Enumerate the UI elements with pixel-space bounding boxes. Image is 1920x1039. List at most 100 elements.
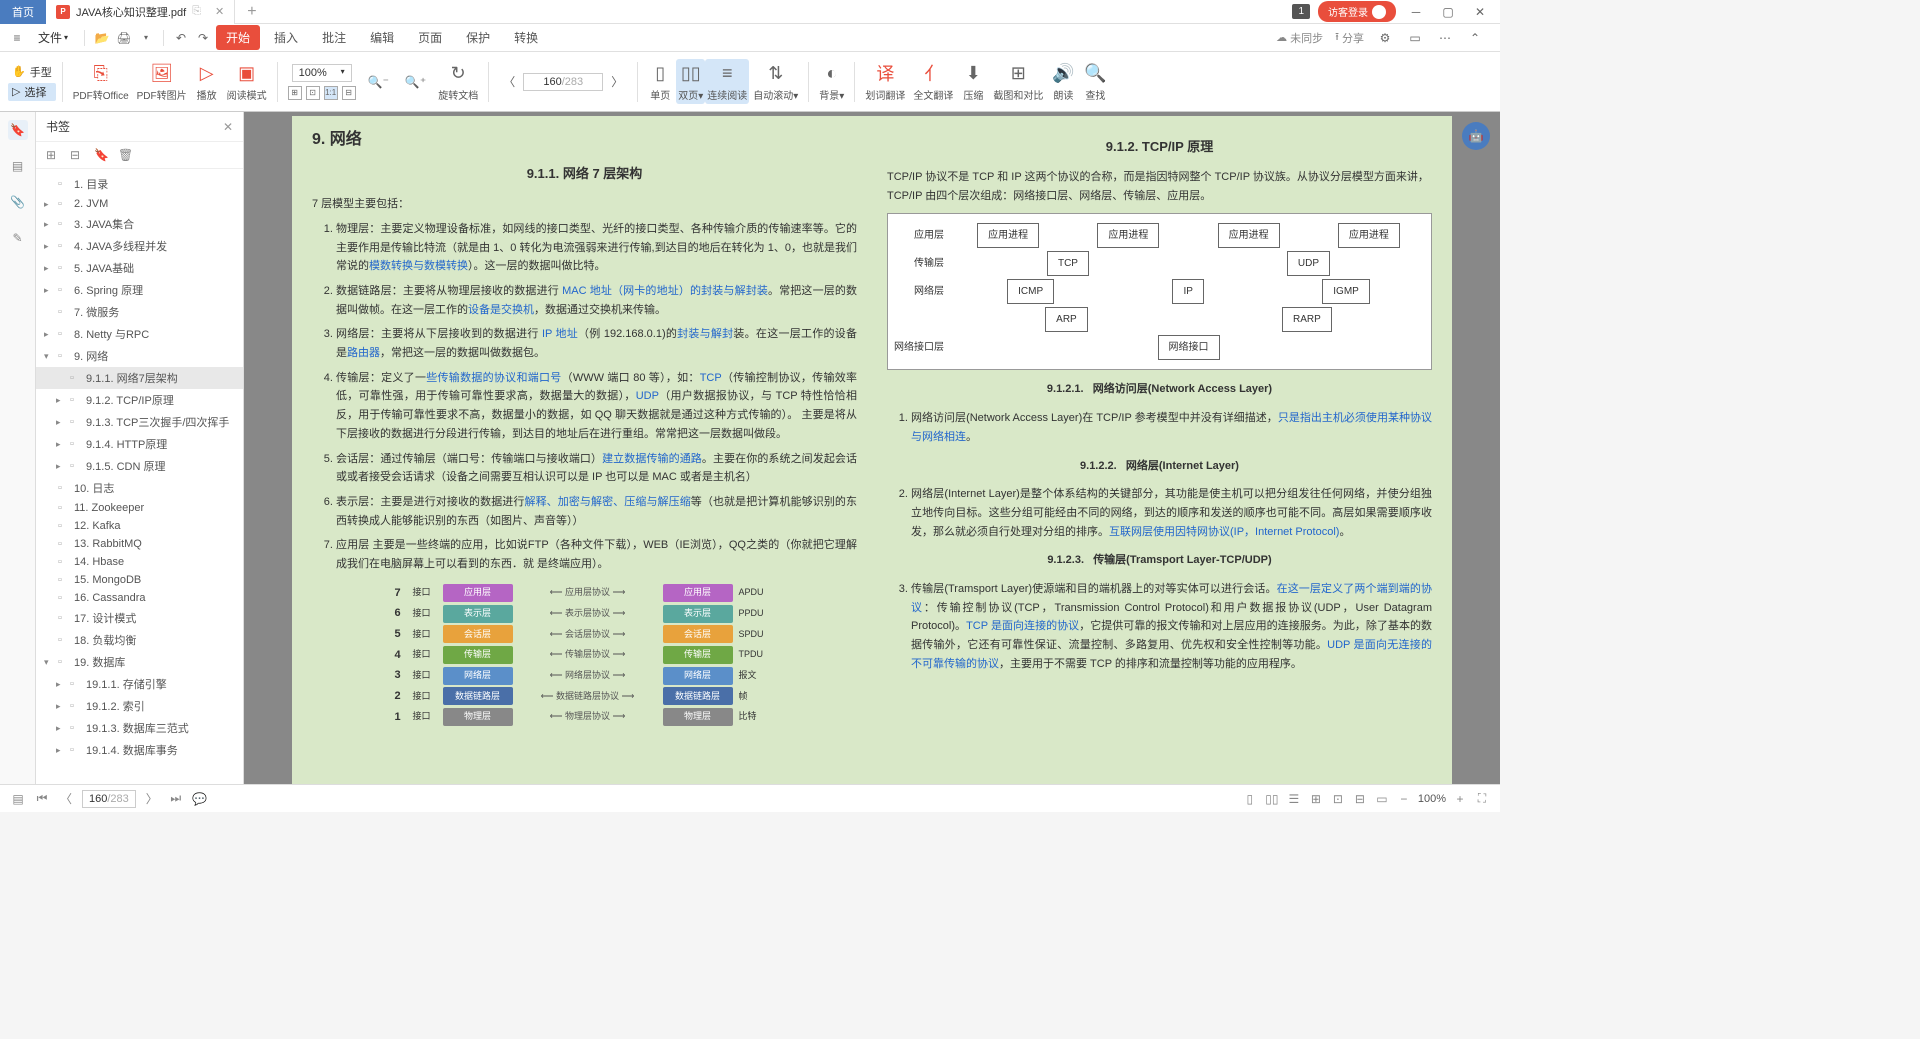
share-button[interactable]: ⭱ 分享 — [1335, 28, 1364, 47]
next-page-icon[interactable]: 〉 — [603, 73, 631, 90]
sb-view1-icon[interactable]: ▯ — [1242, 791, 1258, 807]
bookmark-item[interactable]: ▸▫19.1.1. 存储引擎 — [36, 673, 243, 695]
tab-home[interactable]: 首页 — [0, 0, 46, 24]
sb-fit3-icon[interactable]: ▭ — [1374, 791, 1390, 807]
tab-document[interactable]: P JAVA核心知识整理.pdf ⎘ ✕ — [46, 0, 235, 24]
bookmark-item[interactable]: ▸▫8. Netty 与RPC — [36, 323, 243, 345]
word-translate-button[interactable]: 译划词翻译 — [861, 61, 909, 102]
pdf-to-image-button[interactable]: 🖼PDF转图片 — [133, 61, 191, 102]
assistant-icon[interactable]: 🤖 — [1462, 122, 1490, 150]
compare-button[interactable]: ⊞截图和对比 — [989, 61, 1047, 102]
bookmark-item[interactable]: ▫12. Kafka — [36, 517, 243, 535]
fit-width-icon[interactable]: ⊞ — [288, 86, 302, 100]
sb-view4-icon[interactable]: ⊞ — [1308, 791, 1324, 807]
sb-zoom-in-icon[interactable]: + — [1452, 791, 1468, 807]
file-menu[interactable]: 文件▾ — [30, 29, 76, 46]
tab-pin-icon[interactable]: ⎘ — [192, 5, 201, 18]
bookmark-item[interactable]: ▫17. 设计模式 — [36, 607, 243, 629]
bookmark-item[interactable]: ▫16. Cassandra — [36, 589, 243, 607]
signature-icon[interactable]: ✎ — [8, 228, 28, 248]
bookmark-item[interactable]: ▸▫9.1.4. HTTP原理 — [36, 433, 243, 455]
background-button[interactable]: ◐背景▾ — [815, 61, 848, 102]
sb-last-page-icon[interactable]: ⏭ — [168, 791, 184, 807]
continuous-button[interactable]: ≡连续阅读 — [705, 59, 749, 104]
close-window-icon[interactable]: ✕ — [1468, 2, 1492, 22]
page-input[interactable]: 160/283 — [523, 73, 603, 91]
menu-icon[interactable]: ≡ — [8, 29, 26, 47]
bookmark-item[interactable]: ▸▫5. JAVA基础 — [36, 257, 243, 279]
double-page-button[interactable]: ▯▯双页▾ — [676, 59, 705, 104]
bookmark-item[interactable]: ▫18. 负载均衡 — [36, 629, 243, 651]
bookmark-item[interactable]: ▾▫19. 数据库 — [36, 651, 243, 673]
bookmark-item[interactable]: ▫10. 日志 — [36, 477, 243, 499]
tab-edit[interactable]: 编辑 — [360, 25, 404, 50]
close-panel-icon[interactable]: ✕ — [223, 120, 233, 134]
tab-convert[interactable]: 转换 — [504, 25, 548, 50]
zoom-in-icon[interactable]: 🔍⁺ — [397, 75, 434, 89]
bookmark-item[interactable]: ▸▫19.1.3. 数据库三范式 — [36, 717, 243, 739]
add-bookmark-icon[interactable]: 🔖 — [94, 148, 108, 162]
bookmark-item[interactable]: ▫1. 目录 — [36, 173, 243, 195]
bookmark-item[interactable]: ▫13. RabbitMQ — [36, 535, 243, 553]
redo-icon[interactable]: ↷ — [194, 29, 212, 47]
bookmark-item[interactable]: ▫14. Hbase — [36, 553, 243, 571]
thumbnail-icon[interactable]: ▤ — [8, 156, 28, 176]
sb-fit1-icon[interactable]: ⊡ — [1330, 791, 1346, 807]
single-page-button[interactable]: ▯单页 — [644, 61, 676, 102]
window-icon[interactable]: ▭ — [1406, 29, 1424, 47]
maximize-icon[interactable]: ▢ — [1436, 2, 1460, 22]
bookmark-item[interactable]: ▫7. 微服务 — [36, 301, 243, 323]
zoom-input[interactable]: 100%▾ — [292, 64, 352, 82]
bookmark-item[interactable]: ▫15. MongoDB — [36, 571, 243, 589]
prev-page-icon[interactable]: 〈 — [495, 73, 523, 90]
bookmark-icon[interactable]: 🔖 — [8, 120, 28, 140]
expand-all-icon[interactable]: ⊞ — [46, 148, 60, 162]
tab-page[interactable]: 页面 — [408, 25, 452, 50]
autoscroll-button[interactable]: ⇅自动滚动▾ — [749, 61, 802, 102]
bookmark-item[interactable]: ▸▫4. JAVA多线程并发 — [36, 235, 243, 257]
tab-start[interactable]: 开始 — [216, 25, 260, 50]
print-dropdown-icon[interactable]: ▾ — [137, 29, 155, 47]
select-tool[interactable]: ▷选择 — [8, 83, 56, 101]
bookmark-item[interactable]: ▸▫2. JVM — [36, 195, 243, 213]
bookmark-item[interactable]: ▸▫9.1.2. TCP/IP原理 — [36, 389, 243, 411]
actual-size-icon[interactable]: 1:1 — [324, 86, 338, 100]
bookmark-item[interactable]: ▸▫3. JAVA集合 — [36, 213, 243, 235]
sb-fullscreen-icon[interactable]: ⛶ — [1474, 791, 1490, 807]
minimize-icon[interactable]: ─ — [1404, 2, 1428, 22]
bookmark-item[interactable]: ▫11. Zookeeper — [36, 499, 243, 517]
sb-first-page-icon[interactable]: ⏮ — [34, 791, 50, 807]
sb-view2-icon[interactable]: ▯▯ — [1264, 791, 1280, 807]
bookmark-item[interactable]: ▫9.1.1. 网络7层架构 — [36, 367, 243, 389]
bookmark-item[interactable]: ▾▫9. 网络 — [36, 345, 243, 367]
sb-prev-page-icon[interactable]: 〈 — [58, 791, 74, 807]
play-button[interactable]: ▷播放 — [191, 61, 223, 102]
read-mode-button[interactable]: ▣阅读模式 — [223, 61, 271, 102]
sb-panel-icon[interactable]: ▤ — [10, 791, 26, 807]
open-icon[interactable]: 📂 — [93, 29, 111, 47]
sb-view3-icon[interactable]: ☰ — [1286, 791, 1302, 807]
document-viewport[interactable]: 🤖 9. 网络 9.1.1. 网络 7 层架构 7 层模型主要包括： 物理层：主… — [244, 112, 1500, 784]
print-icon[interactable]: 🖨 — [115, 29, 133, 47]
read-aloud-button[interactable]: 🔊朗读 — [1047, 61, 1079, 102]
tab-annotate[interactable]: 批注 — [312, 25, 356, 50]
collapse-icon[interactable]: ⌃ — [1466, 29, 1484, 47]
compress-button[interactable]: ⬇压缩 — [957, 61, 989, 102]
login-button[interactable]: 访客登录 — [1318, 1, 1396, 22]
pdf-to-office-button[interactable]: ⎘PDF转Office — [69, 61, 133, 102]
rotate-button[interactable]: ↻旋转文档 — [434, 61, 482, 102]
delete-bookmark-icon[interactable]: 🗑 — [118, 148, 132, 162]
bookmark-item[interactable]: ▸▫19.1.4. 数据库事务 — [36, 739, 243, 761]
more-icon[interactable]: ⋯ — [1436, 29, 1454, 47]
full-translate-button[interactable]: ⺅全文翻译 — [909, 61, 957, 102]
sb-fit2-icon[interactable]: ⊟ — [1352, 791, 1368, 807]
tab-insert[interactable]: 插入 — [264, 25, 308, 50]
attachment-icon[interactable]: 📎 — [8, 192, 28, 212]
undo-icon[interactable]: ↶ — [172, 29, 190, 47]
sb-zoom-value[interactable]: 100% — [1418, 793, 1446, 805]
fit-visible-icon[interactable]: ⊟ — [342, 86, 356, 100]
zoom-out-icon[interactable]: 🔍⁻ — [360, 75, 397, 89]
bookmark-item[interactable]: ▸▫6. Spring 原理 — [36, 279, 243, 301]
sync-status[interactable]: ☁ 未同步 — [1276, 30, 1323, 46]
hand-tool[interactable]: ✋手型 — [8, 63, 56, 81]
